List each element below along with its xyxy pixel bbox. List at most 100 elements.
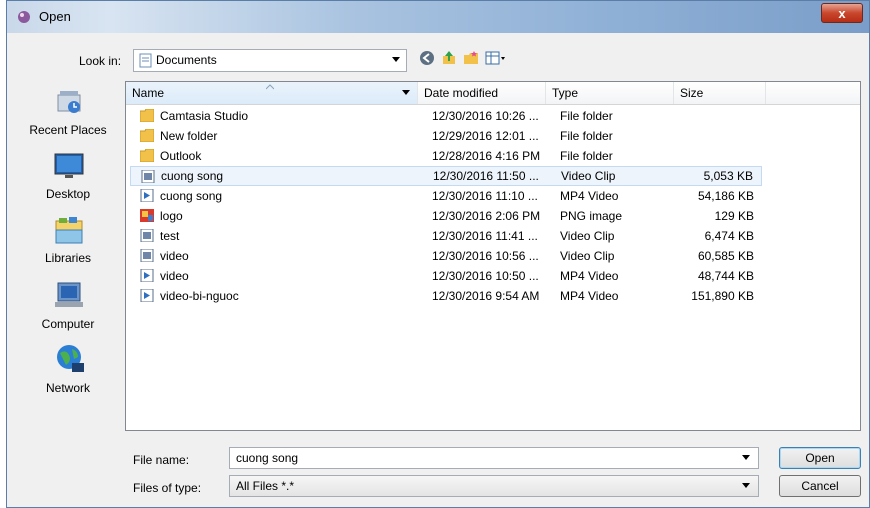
file-row[interactable]: video-bi-nguoc 12/30/2016 9:54 AM MP4 Vi… [130, 286, 762, 306]
file-row[interactable]: test 12/30/2016 11:41 ... Video Clip 6,4… [130, 226, 762, 246]
file-name-combo[interactable]: cuong song [229, 447, 759, 469]
file-name: cuong song [161, 169, 224, 183]
file-list[interactable]: Name Date modified Type Size Camtasia St… [125, 81, 861, 431]
places-bar: Recent Places Desktop Libraries Computer… [16, 81, 120, 491]
files-of-type-combo[interactable]: All Files *.* [229, 475, 759, 497]
file-row[interactable]: New folder 12/29/2016 12:01 ... File fol… [130, 126, 762, 146]
file-row[interactable]: Camtasia Studio 12/30/2016 10:26 ... Fil… [130, 106, 762, 126]
new-folder-icon[interactable] [463, 50, 479, 66]
file-row-selected[interactable]: cuong song 12/30/2016 11:50 ... Video Cl… [130, 166, 762, 186]
file-size: 60,585 KB [697, 249, 754, 263]
column-header-size[interactable]: Size [674, 82, 766, 104]
place-label: Computer [41, 317, 95, 331]
place-label: Libraries [44, 251, 92, 265]
look-in-value: Documents [156, 53, 217, 67]
video-clip-icon [140, 249, 154, 262]
file-type: PNG image [560, 209, 623, 223]
folder-icon [140, 149, 154, 162]
file-size: 48,744 KB [697, 269, 754, 283]
file-date: 12/30/2016 9:54 AM [432, 289, 540, 303]
file-date: 12/29/2016 12:01 ... [432, 129, 539, 143]
chevron-down-icon[interactable] [402, 90, 410, 96]
file-name: video [160, 269, 189, 283]
sort-ascending-icon [266, 84, 274, 90]
documents-icon [139, 53, 152, 68]
open-dialog: Open x Look in: Documents Recent Places [6, 0, 870, 508]
file-row[interactable]: video 12/30/2016 10:50 ... MP4 Video 48,… [130, 266, 762, 286]
folder-icon [140, 109, 154, 122]
place-label: Recent Places [29, 123, 107, 137]
file-type: Video Clip [560, 249, 615, 263]
file-row[interactable]: logo 12/30/2016 2:06 PM PNG image 129 KB [130, 206, 762, 226]
chevron-down-icon[interactable] [742, 483, 750, 488]
file-type: File folder [560, 129, 613, 143]
up-folder-icon[interactable] [441, 50, 457, 66]
file-row[interactable]: cuong song 12/30/2016 11:10 ... MP4 Vide… [130, 186, 762, 206]
file-date: 12/30/2016 11:50 ... [433, 169, 539, 183]
place-desktop[interactable]: Desktop [16, 151, 120, 207]
file-name: Outlook [160, 149, 202, 163]
mp4-video-icon [140, 289, 154, 302]
file-name: test [160, 229, 180, 243]
file-size: 54,186 KB [697, 189, 754, 203]
close-button[interactable]: x [821, 3, 863, 23]
open-button[interactable]: Open [779, 447, 861, 469]
file-type: Video Clip [561, 169, 616, 183]
file-size: 6,474 KB [704, 229, 754, 243]
view-menu-icon[interactable] [485, 50, 507, 66]
files-of-type-value: All Files *.* [236, 479, 295, 493]
file-name: video-bi-nguoc [160, 289, 239, 303]
file-size: 151,890 KB [691, 289, 754, 303]
file-date: 12/30/2016 10:50 ... [432, 269, 539, 283]
place-label: Desktop [45, 187, 91, 201]
file-name: logo [160, 209, 183, 223]
desktop-icon [54, 153, 84, 178]
back-icon[interactable] [419, 50, 435, 66]
file-date: 12/28/2016 4:16 PM [432, 149, 541, 163]
file-date: 12/30/2016 10:26 ... [432, 109, 539, 123]
file-type: Video Clip [560, 229, 615, 243]
files-of-type-label: Files of type: [133, 481, 202, 495]
file-name-label: File name: [133, 453, 190, 467]
file-type: File folder [560, 149, 613, 163]
recent-places-icon [57, 91, 81, 113]
place-libraries[interactable]: Libraries [16, 215, 120, 271]
file-date: 12/30/2016 11:41 ... [432, 229, 538, 243]
column-header-row: Name Date modified Type Size [126, 82, 860, 105]
file-date: 12/30/2016 2:06 PM [432, 209, 541, 223]
app-icon [18, 11, 30, 23]
chevron-down-icon[interactable] [742, 455, 750, 460]
file-type: MP4 Video [560, 189, 619, 203]
png-image-icon [140, 209, 154, 222]
file-row[interactable]: video 12/30/2016 10:56 ... Video Clip 60… [130, 246, 762, 266]
close-icon: x [838, 6, 846, 21]
column-header-type[interactable]: Type [546, 82, 674, 104]
window-title: Open [39, 9, 71, 24]
file-name: cuong song [160, 189, 223, 203]
mp4-video-icon [140, 269, 154, 282]
file-name: video [160, 249, 189, 263]
look-in-label: Look in: [79, 54, 122, 68]
place-computer[interactable]: Computer [16, 279, 120, 335]
file-type: MP4 Video [560, 289, 619, 303]
title-bar[interactable]: Open x [7, 1, 869, 33]
file-date: 12/30/2016 10:56 ... [432, 249, 539, 263]
column-header-name[interactable]: Name [126, 82, 418, 104]
column-header-date[interactable]: Date modified [418, 82, 546, 104]
file-type: MP4 Video [560, 269, 619, 283]
mp4-video-icon [140, 189, 154, 202]
cancel-button[interactable]: Cancel [779, 475, 861, 497]
folder-icon [140, 129, 154, 142]
place-network[interactable]: Network [16, 343, 120, 399]
file-name: New folder [160, 129, 218, 143]
chevron-down-icon[interactable] [392, 57, 400, 62]
computer-icon [55, 282, 83, 307]
file-name-input[interactable]: cuong song [236, 451, 298, 465]
place-recent-places[interactable]: Recent Places [16, 87, 120, 143]
video-clip-icon [141, 170, 155, 183]
place-label: Network [45, 381, 90, 395]
look-in-combo[interactable]: Documents [133, 49, 407, 72]
file-row[interactable]: Outlook 12/28/2016 4:16 PM File folder [130, 146, 762, 166]
file-date: 12/30/2016 11:10 ... [432, 189, 538, 203]
file-size: 129 KB [714, 209, 754, 223]
